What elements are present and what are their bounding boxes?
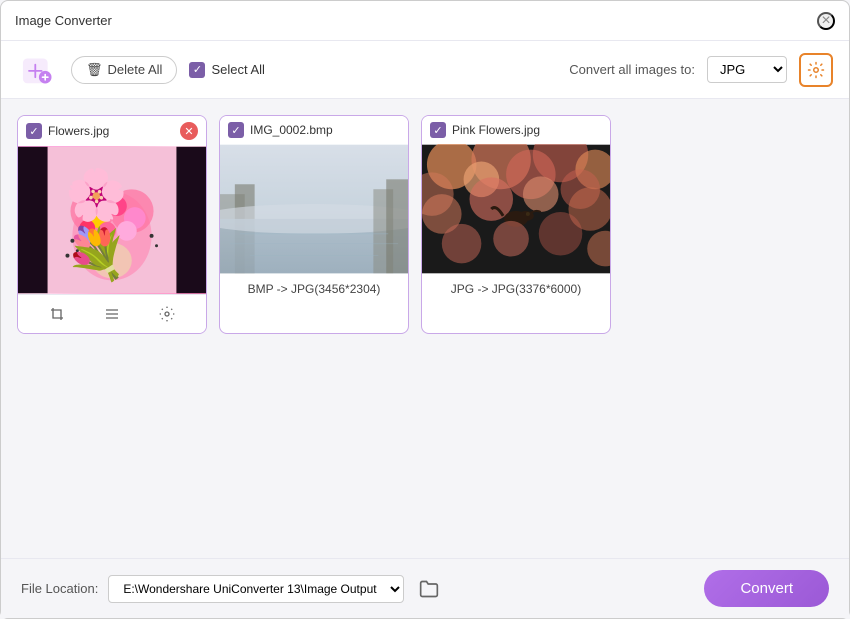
images-row: ✓ Flowers.jpg ✕ [17,115,833,334]
card-3-title: Pink Flowers.jpg [452,123,602,137]
image-card-3: ✓ Pink Flowers.jpg [421,115,611,334]
card-3-checkbox[interactable]: ✓ [430,122,446,138]
image-card-1: ✓ Flowers.jpg ✕ [17,115,207,334]
app-title: Image Converter [15,13,112,28]
card-1-settings-button[interactable] [154,301,180,327]
select-all-checkbox[interactable]: ✓ [189,62,205,78]
select-all-label: Select All [211,62,264,77]
card-1-close-button[interactable]: ✕ [180,122,198,140]
trash-icon: 🗑 [86,62,103,78]
format-select[interactable]: JPG PNG BMP TIFF WEBP [707,56,787,83]
card-1-checkbox[interactable]: ✓ [26,123,42,139]
select-all-checkbox-wrap[interactable]: ✓ Select All [189,62,264,78]
toolbar: 🗑 Delete All ✓ Select All Convert all im… [1,41,849,99]
main-content: ✓ Flowers.jpg ✕ [1,99,849,558]
card-1-list-button[interactable] [99,301,125,327]
file-location-select[interactable]: E:\Wondershare UniConverter 13\Image Out… [108,575,404,603]
settings-button[interactable] [799,53,833,87]
title-bar: Image Converter × [1,1,849,41]
card-2-checkbox[interactable]: ✓ [228,122,244,138]
card-1-image [18,146,206,294]
convert-button[interactable]: Convert [704,570,829,607]
card-3-image [422,144,610,274]
bottom-bar: File Location: E:\Wondershare UniConvert… [1,558,849,618]
close-button[interactable]: × [817,12,835,30]
card-2-conversion-label: BMP -> JPG(3456*2304) [220,274,408,304]
add-image-button[interactable] [17,49,59,91]
checkmark-icon: ✓ [193,63,202,76]
image-card-2: ✓ IMG_0002.bmp [219,115,409,334]
browse-folder-button[interactable] [414,574,444,604]
file-location-label: File Location: [21,581,98,596]
checkmark-icon: ✓ [231,124,240,137]
delete-all-label: Delete All [108,62,163,77]
card-2-title: IMG_0002.bmp [250,123,400,137]
convert-all-label: Convert all images to: [569,62,695,77]
card-1-title: Flowers.jpg [48,124,174,138]
delete-all-button[interactable]: 🗑 Delete All [71,56,177,84]
card-1-toolbar [18,294,206,333]
card-3-conversion-label: JPG -> JPG(3376*6000) [422,274,610,304]
card-3-header: ✓ Pink Flowers.jpg [422,116,610,144]
card-2-image [220,144,408,274]
card-2-header: ✓ IMG_0002.bmp [220,116,408,144]
checkmark-icon: ✓ [29,125,38,138]
card-1-crop-button[interactable] [44,301,70,327]
card-1-header: ✓ Flowers.jpg ✕ [18,116,206,146]
checkmark-icon: ✓ [433,124,442,137]
